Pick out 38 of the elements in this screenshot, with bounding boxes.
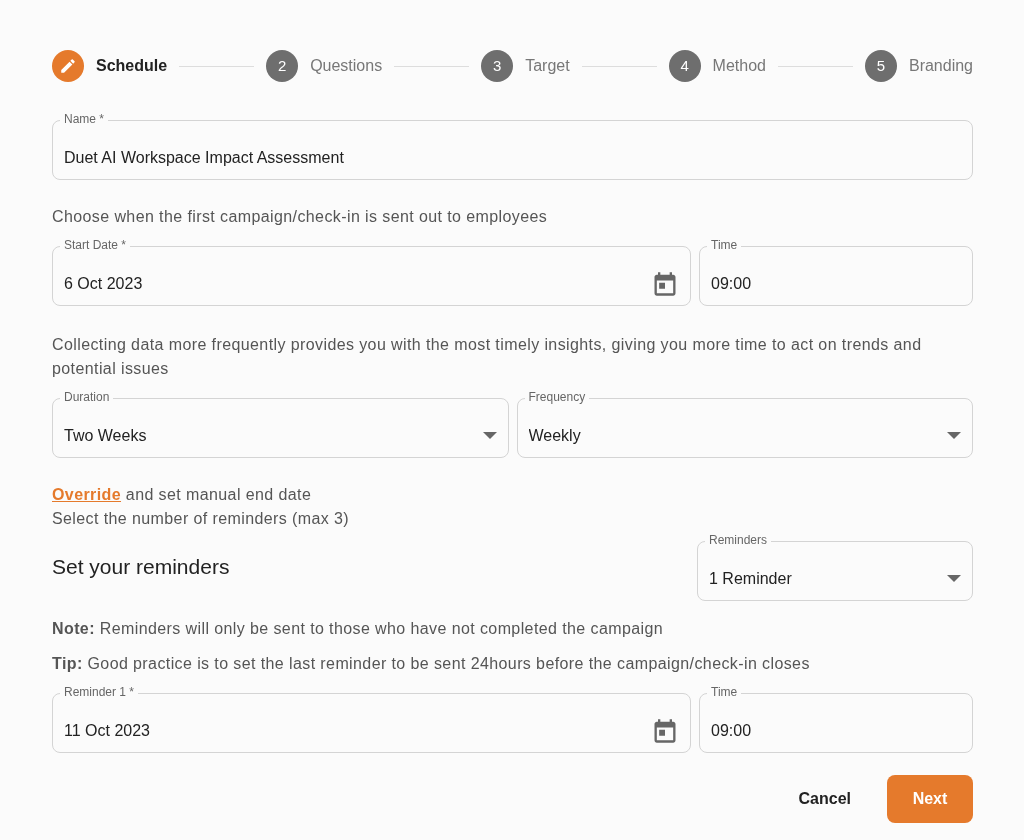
instruction-text: Select the number of reminders (max 3)	[52, 509, 351, 529]
stepper-step[interactable]: 2 Questions	[266, 50, 383, 82]
time-field[interactable]: Time 09:00	[699, 685, 973, 753]
caret-icon[interactable]	[947, 432, 961, 440]
step-marker: 5	[864, 50, 897, 82]
field-input[interactable]: 6 Oct 2023	[64, 272, 651, 296]
field-input[interactable]: Duet AI Workspace Impact Assessment	[64, 146, 961, 170]
field-input[interactable]: 09:00	[711, 272, 961, 296]
pencil-icon	[59, 57, 77, 75]
step-marker: 4	[668, 50, 701, 82]
time-field[interactable]: Time 09:00	[699, 238, 973, 306]
field-input[interactable]: 1 Reminder	[709, 567, 947, 591]
dropdown[interactable]: Duration Two Weeks	[52, 390, 509, 458]
stepper-step[interactable]: Schedule	[52, 50, 168, 82]
instruction-text: Collecting data more frequently provides you with the most timely insights, giving you more time to act on trends and potential issues	[52, 335, 923, 379]
section-heading: Set your reminders	[52, 554, 230, 581]
caret-icon[interactable]	[947, 575, 961, 583]
field-input[interactable]: 11 Oct 2023	[64, 719, 651, 743]
dropdown[interactable]: Reminders 1 Reminder	[697, 533, 973, 601]
tip-text: Tip: Good practice is to set the last reminder to be sent 24hours before the campaign/check-in closes	[52, 654, 811, 674]
note-text: Note: Reminders will only be sent to those who have not completed the campaign	[52, 619, 665, 639]
stepper-step[interactable]: 4 Method	[668, 50, 766, 82]
input-field[interactable]: Name * Duet AI Workspace Impact Assessment	[52, 112, 973, 180]
field-input[interactable]: Two Weeks	[64, 424, 483, 448]
override-note: Override and set manual end date	[52, 485, 313, 505]
caret-icon[interactable]	[482, 432, 497, 440]
instruction-text: Choose when the first campaign/check-in is sent out to employees	[52, 207, 549, 227]
field-input[interactable]: Weekly	[528, 424, 947, 448]
dropdown[interactable]: Frequency Weekly	[516, 390, 973, 458]
step-marker: 3	[481, 50, 514, 82]
field-label: Frequency	[524, 390, 590, 405]
date-field[interactable]: Start Date * 6 Oct 2023	[52, 238, 691, 306]
cancel-button[interactable]: Cancel	[778, 775, 871, 823]
step-marker: 2	[266, 50, 299, 82]
stepper-step[interactable]: 5 Branding	[864, 50, 973, 82]
stepper-step[interactable]: 3 Target	[481, 50, 570, 82]
date-field[interactable]: Reminder 1 * 11 Oct 2023	[52, 685, 691, 753]
field-input[interactable]: 09:00	[711, 719, 961, 743]
